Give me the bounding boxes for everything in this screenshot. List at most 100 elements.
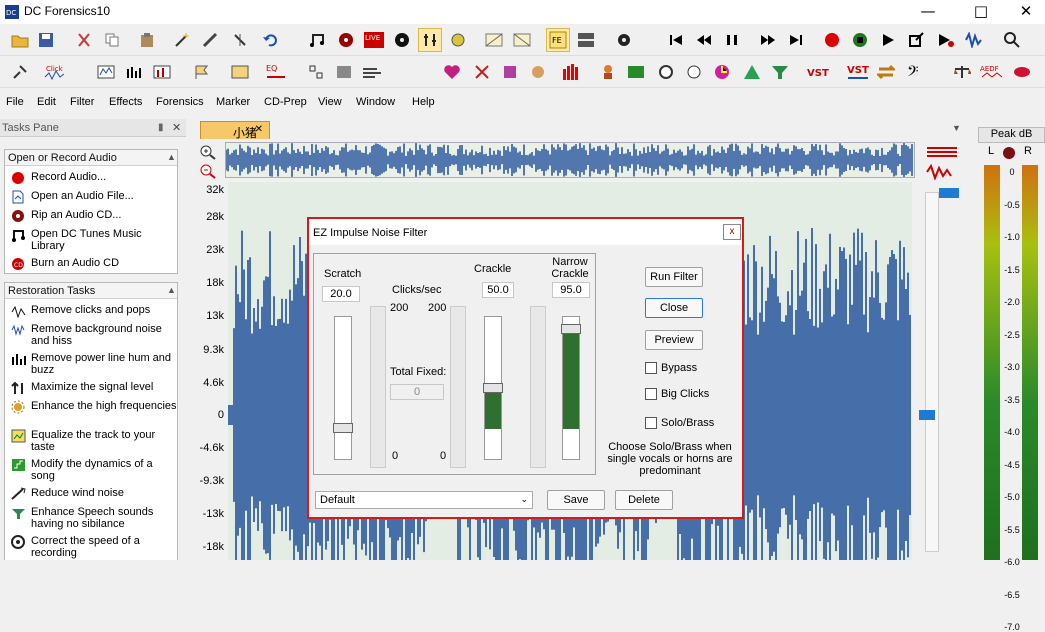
vertical-zoom-handle[interactable] bbox=[939, 188, 959, 198]
split-view-icon[interactable] bbox=[574, 28, 598, 52]
burn-cd-task[interactable]: CD Burn an Audio CD bbox=[11, 257, 177, 270]
menu-cd-prep[interactable]: CD-Prep bbox=[264, 96, 307, 108]
waveform-icon[interactable] bbox=[962, 28, 986, 52]
menu-view[interactable]: View bbox=[318, 96, 342, 108]
menu-help[interactable]: Help bbox=[412, 96, 435, 108]
tools-icon[interactable] bbox=[8, 60, 32, 84]
overview-waveform[interactable] bbox=[225, 142, 915, 178]
crackle-slider[interactable] bbox=[483, 316, 503, 460]
funnel-icon[interactable] bbox=[768, 60, 792, 84]
scales-icon[interactable] bbox=[950, 60, 974, 84]
menu-file[interactable]: File bbox=[6, 96, 24, 108]
zero-line-marker[interactable] bbox=[919, 410, 935, 420]
crackle-slider-thumb[interactable] bbox=[483, 383, 503, 393]
crackle-value[interactable]: 50.0 bbox=[482, 282, 514, 298]
zoom-icon[interactable] bbox=[1000, 28, 1024, 52]
save-icon[interactable] bbox=[34, 28, 58, 52]
fe-icon[interactable]: FE bbox=[546, 28, 570, 52]
spectrum-icon[interactable] bbox=[94, 60, 118, 84]
reduce-wind-task[interactable]: Reduce wind noise bbox=[11, 487, 177, 500]
export-icon[interactable] bbox=[904, 28, 928, 52]
waveform-toggle-icon[interactable] bbox=[925, 163, 959, 181]
vst-chain-icon[interactable]: VST bbox=[846, 60, 870, 84]
rewind-icon[interactable] bbox=[692, 28, 716, 52]
fast-forward-icon[interactable] bbox=[756, 28, 780, 52]
minimize-button[interactable]: — bbox=[905, 0, 951, 24]
save-button[interactable]: Save bbox=[547, 490, 605, 510]
peak-reset-icon[interactable] bbox=[1003, 147, 1015, 159]
open-folder-icon[interactable] bbox=[8, 28, 32, 52]
narrow-crackle-value[interactable]: 95.0 bbox=[552, 282, 590, 298]
mute-icon[interactable] bbox=[228, 28, 252, 52]
envelope-icon[interactable] bbox=[482, 28, 506, 52]
flag-icon[interactable] bbox=[190, 60, 214, 84]
menu-effects[interactable]: Effects bbox=[109, 96, 142, 108]
narrow-crackle-slider-thumb[interactable] bbox=[561, 324, 581, 334]
level-bars-icon[interactable] bbox=[560, 60, 584, 84]
record-audio-task[interactable]: Record Audio... bbox=[11, 171, 177, 184]
music-notes-icon[interactable] bbox=[306, 28, 330, 52]
play-icon[interactable] bbox=[876, 28, 900, 52]
pause-icon[interactable] bbox=[720, 28, 744, 52]
equalize-task[interactable]: Equalize the track to your taste bbox=[11, 429, 177, 453]
eq-icon[interactable]: EQ bbox=[264, 60, 288, 84]
zoom-out-icon[interactable] bbox=[199, 163, 219, 179]
wand-icon[interactable] bbox=[170, 28, 194, 52]
skip-end-icon[interactable] bbox=[784, 28, 808, 52]
heart-icon[interactable] bbox=[440, 60, 464, 84]
gear-icon[interactable] bbox=[612, 28, 636, 52]
wind-icon[interactable] bbox=[360, 60, 384, 84]
undo-icon[interactable] bbox=[258, 28, 282, 52]
maximize-button[interactable]: □ bbox=[958, 0, 1004, 24]
enhance-high-task[interactable]: Enhance the high frequencies bbox=[11, 400, 177, 414]
menu-forensics[interactable]: Forensics bbox=[156, 96, 204, 108]
copy-icon[interactable] bbox=[100, 28, 124, 52]
correct-speed-task[interactable]: Correct the speed of a recording bbox=[11, 535, 177, 559]
scratch-value[interactable]: 20.0 bbox=[322, 286, 360, 302]
click-repair-icon[interactable]: Click bbox=[44, 60, 68, 84]
swap-icon[interactable] bbox=[874, 60, 898, 84]
narrow-crackle-slider[interactable] bbox=[561, 316, 581, 460]
bars2-icon[interactable] bbox=[150, 60, 174, 84]
dynamics-task[interactable]: Modify the dynamics of a song bbox=[11, 458, 177, 482]
envelope2-icon[interactable] bbox=[510, 28, 534, 52]
aedf-icon[interactable]: AEDF bbox=[980, 60, 1004, 84]
vst-icon[interactable]: VST bbox=[806, 60, 830, 84]
target-icon[interactable] bbox=[446, 28, 470, 52]
collapse-icon[interactable]: ▲ bbox=[167, 152, 176, 162]
open-file-task[interactable]: Open an Audio File... bbox=[11, 190, 177, 204]
open-library-task[interactable]: Open DC Tunes Music Library bbox=[11, 228, 177, 252]
triangle-icon[interactable] bbox=[740, 60, 764, 84]
bass-clef-icon[interactable]: 𝄢 bbox=[904, 60, 928, 84]
channel-view-icon[interactable] bbox=[925, 144, 959, 160]
grid-icon[interactable] bbox=[304, 60, 328, 84]
menu-filter[interactable]: Filter bbox=[70, 96, 94, 108]
rip-cd-task[interactable]: Rip an Audio CD... bbox=[11, 209, 177, 222]
scratch-slider-thumb[interactable] bbox=[333, 423, 353, 433]
menu-edit[interactable]: Edit bbox=[37, 96, 56, 108]
lips-icon[interactable] bbox=[1010, 60, 1034, 84]
dialog-close-button[interactable]: x bbox=[723, 224, 741, 240]
maximize-level-task[interactable]: Maximize the signal level bbox=[11, 381, 177, 394]
cut-icon[interactable] bbox=[72, 28, 96, 52]
paste-icon[interactable] bbox=[135, 28, 159, 52]
play-alt-icon[interactable] bbox=[934, 28, 958, 52]
close-window-button[interactable]: ✕ bbox=[1003, 0, 1045, 24]
mixer-icon[interactable] bbox=[332, 60, 356, 84]
level-meter-icon[interactable] bbox=[418, 28, 442, 52]
remove-clicks-task[interactable]: Remove clicks and pops bbox=[11, 304, 177, 319]
stop-icon[interactable] bbox=[848, 28, 872, 52]
zoom-in-icon[interactable] bbox=[199, 144, 219, 160]
collapse-icon[interactable]: ▲ bbox=[167, 285, 176, 295]
timer-icon[interactable] bbox=[710, 60, 734, 84]
run-filter-button[interactable]: Run Filter bbox=[645, 267, 703, 287]
tab-dropdown-icon[interactable]: ▼ bbox=[952, 123, 961, 133]
record-disc-icon[interactable] bbox=[334, 28, 358, 52]
vertical-zoom-track[interactable] bbox=[925, 192, 939, 552]
bars-icon[interactable] bbox=[122, 60, 146, 84]
picture-icon[interactable] bbox=[624, 60, 648, 84]
live-input-icon[interactable]: LIVE bbox=[362, 28, 386, 52]
pin-icon[interactable]: ▮ bbox=[158, 122, 164, 133]
flag2-icon[interactable] bbox=[498, 60, 522, 84]
delete-button[interactable]: Delete bbox=[615, 490, 673, 510]
